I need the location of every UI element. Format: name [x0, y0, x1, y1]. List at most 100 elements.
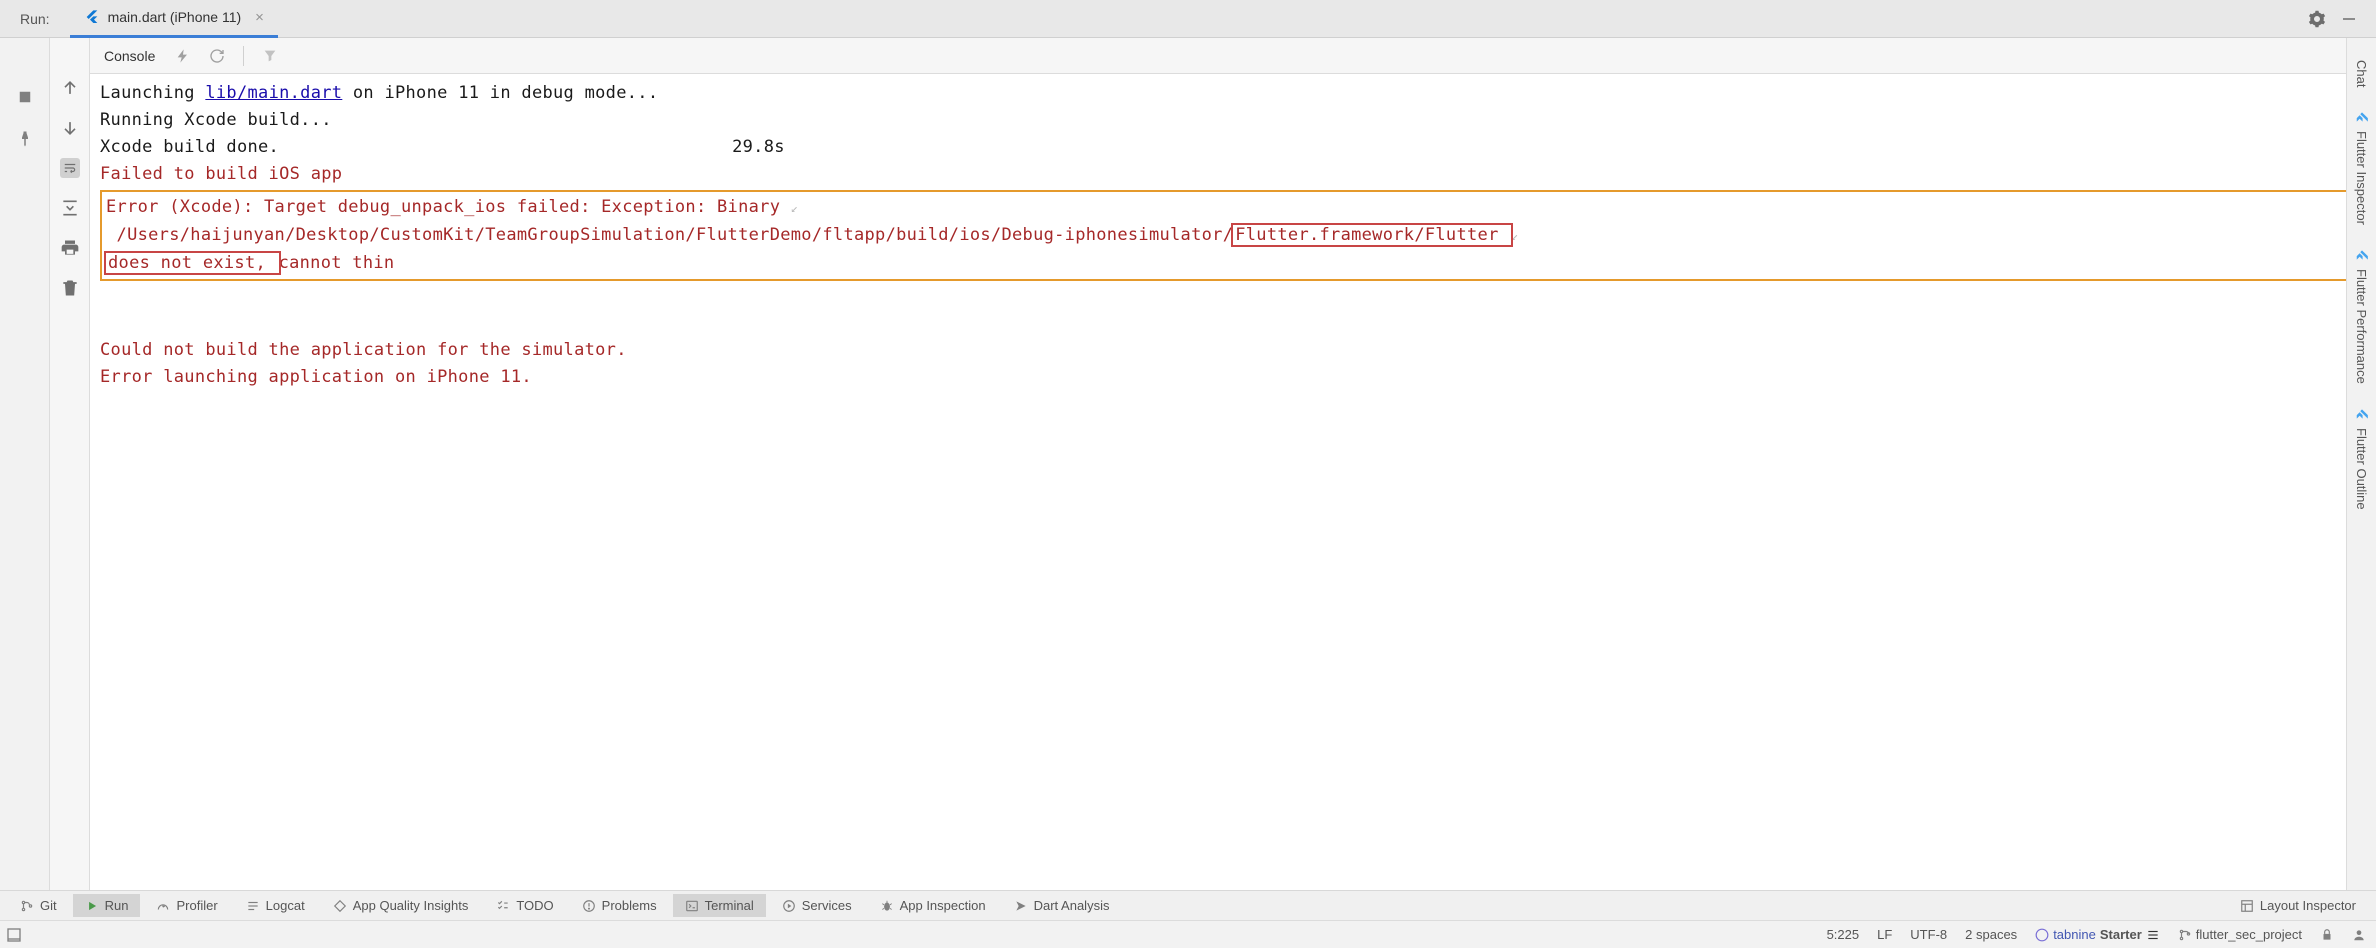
- highlighted-span: Flutter.framework/Flutter: [1233, 225, 1511, 245]
- tool-git[interactable]: Git: [8, 894, 69, 917]
- git-branch-widget[interactable]: flutter_sec_project: [2178, 927, 2302, 942]
- bug-icon: [880, 899, 894, 913]
- console-line-error: Failed to build iOS app: [100, 164, 342, 184]
- console-line-error: /Users/haijunyan/Desktop/CustomKit/TeamG…: [106, 225, 1233, 245]
- sidebar-label: Flutter Outline: [2354, 428, 2369, 510]
- layout-inspector-icon: [2240, 899, 2254, 913]
- print-icon[interactable]: [60, 238, 80, 258]
- tab-title: main.dart (iPhone 11): [108, 9, 242, 25]
- tool-profiler[interactable]: Profiler: [144, 894, 229, 917]
- divider: [243, 46, 244, 66]
- tool-todo[interactable]: TODO: [484, 894, 565, 917]
- console-output[interactable]: Launching lib/main.dart on iPhone 11 in …: [90, 74, 2376, 890]
- lightning-icon[interactable]: [175, 48, 191, 64]
- user-icon[interactable]: [2352, 928, 2366, 942]
- tool-problems[interactable]: Problems: [570, 894, 669, 917]
- tool-layout-inspector[interactable]: Layout Inspector: [2228, 894, 2368, 917]
- diamond-icon: [333, 899, 347, 913]
- console-action-gutter: [50, 38, 90, 890]
- tool-app-quality[interactable]: App Quality Insights: [321, 894, 481, 917]
- minimize-icon[interactable]: [2340, 10, 2358, 28]
- tool-label: Git: [40, 898, 57, 913]
- tool-label: Profiler: [176, 898, 217, 913]
- line-ending[interactable]: LF: [1877, 927, 1892, 942]
- sidebar-label: Chat: [2354, 60, 2369, 87]
- stop-icon[interactable]: [16, 88, 34, 106]
- git-icon: [20, 899, 34, 913]
- bottom-tool-bar: Git Run Profiler Logcat App Quality Insi…: [0, 890, 2376, 920]
- tool-run[interactable]: Run: [73, 894, 141, 917]
- tabnine-label: tabnine: [2053, 927, 2096, 942]
- status-bar: 5:225 LF UTF-8 2 spaces tabnine Starter …: [0, 920, 2376, 948]
- profiler-icon: [156, 899, 170, 913]
- flutter-icon: [2355, 111, 2369, 125]
- encoding[interactable]: UTF-8: [1910, 927, 1947, 942]
- sidebar-item-chat[interactable]: Chat: [2354, 48, 2369, 99]
- tool-label: Logcat: [266, 898, 305, 913]
- tabnine-widget[interactable]: tabnine Starter: [2035, 927, 2160, 942]
- run-label: Run:: [8, 11, 62, 27]
- console-line: on iPhone 11 in debug mode...: [342, 83, 658, 103]
- tool-label: Run: [105, 898, 129, 913]
- cursor-position[interactable]: 5:225: [1827, 927, 1860, 942]
- terminal-icon: [685, 899, 699, 913]
- console-line-error: Could not build the application for the …: [100, 340, 627, 360]
- tool-label: Services: [802, 898, 852, 913]
- tool-logcat[interactable]: Logcat: [234, 894, 317, 917]
- play-icon: [85, 899, 99, 913]
- tool-window-icon[interactable]: [6, 927, 22, 943]
- logcat-icon: [246, 899, 260, 913]
- indent[interactable]: 2 spaces: [1965, 927, 2017, 942]
- gear-icon[interactable]: [2308, 10, 2326, 28]
- right-sidebar: Chat Flutter Inspector Flutter Performan…: [2346, 38, 2376, 890]
- filter-icon[interactable]: [262, 48, 278, 64]
- dart-icon: [1014, 899, 1028, 913]
- tool-label: TODO: [516, 898, 553, 913]
- branch-name: flutter_sec_project: [2196, 927, 2302, 942]
- tool-label: App Inspection: [900, 898, 986, 913]
- problems-icon: [582, 899, 596, 913]
- tool-dart-analysis[interactable]: Dart Analysis: [1002, 894, 1122, 917]
- sidebar-item-flutter-inspector[interactable]: Flutter Inspector: [2354, 99, 2369, 237]
- services-icon: [782, 899, 796, 913]
- main-content: Console Launching lib/main.dart on iP: [0, 38, 2376, 890]
- tool-services[interactable]: Services: [770, 894, 864, 917]
- pin-icon[interactable]: [16, 130, 34, 148]
- sidebar-item-flutter-performance[interactable]: Flutter Performance: [2354, 237, 2369, 396]
- flutter-icon: [2355, 408, 2369, 422]
- run-config-tab[interactable]: main.dart (iPhone 11) ×: [70, 0, 278, 38]
- sidebar-item-flutter-outline[interactable]: Flutter Outline: [2354, 396, 2369, 522]
- arrow-up-icon[interactable]: [60, 78, 80, 98]
- lock-icon[interactable]: [2320, 928, 2334, 942]
- tool-label: Layout Inspector: [2260, 898, 2356, 913]
- file-link[interactable]: lib/main.dart: [205, 83, 342, 103]
- tool-app-inspection[interactable]: App Inspection: [868, 894, 998, 917]
- console-line: Launching: [100, 83, 205, 103]
- tool-label: Problems: [602, 898, 657, 913]
- console-header: Console: [90, 38, 2376, 74]
- highlighted-error-block: Error (Xcode): Target debug_unpack_ios f…: [100, 190, 2366, 281]
- sidebar-label: Flutter Inspector: [2354, 131, 2369, 225]
- console-pane: Console Launching lib/main.dart on iP: [90, 38, 2376, 890]
- tool-terminal[interactable]: Terminal: [673, 894, 766, 917]
- tabnine-tier: Starter: [2100, 927, 2142, 942]
- todo-icon: [496, 899, 510, 913]
- console-line: Xcode build done. 29.8s: [100, 137, 785, 157]
- flutter-icon: [2355, 249, 2369, 263]
- sidebar-label: Flutter Performance: [2354, 269, 2369, 384]
- flutter-icon: [84, 9, 100, 25]
- left-action-gutter: [0, 38, 50, 890]
- console-title: Console: [104, 48, 155, 64]
- tool-label: Terminal: [705, 898, 754, 913]
- tool-label: App Quality Insights: [353, 898, 469, 913]
- scroll-to-end-icon[interactable]: [60, 198, 80, 218]
- trash-icon[interactable]: [60, 278, 80, 298]
- console-line-error: Error launching application on iPhone 11…: [100, 367, 532, 387]
- reload-icon[interactable]: [209, 48, 225, 64]
- tool-label: Dart Analysis: [1034, 898, 1110, 913]
- close-icon[interactable]: ×: [255, 9, 264, 26]
- run-tool-window-header: Run: main.dart (iPhone 11) ×: [0, 0, 2376, 38]
- console-line-error: Error (Xcode): Target debug_unpack_ios f…: [106, 197, 791, 217]
- arrow-down-icon[interactable]: [60, 118, 80, 138]
- soft-wrap-icon[interactable]: [60, 158, 80, 178]
